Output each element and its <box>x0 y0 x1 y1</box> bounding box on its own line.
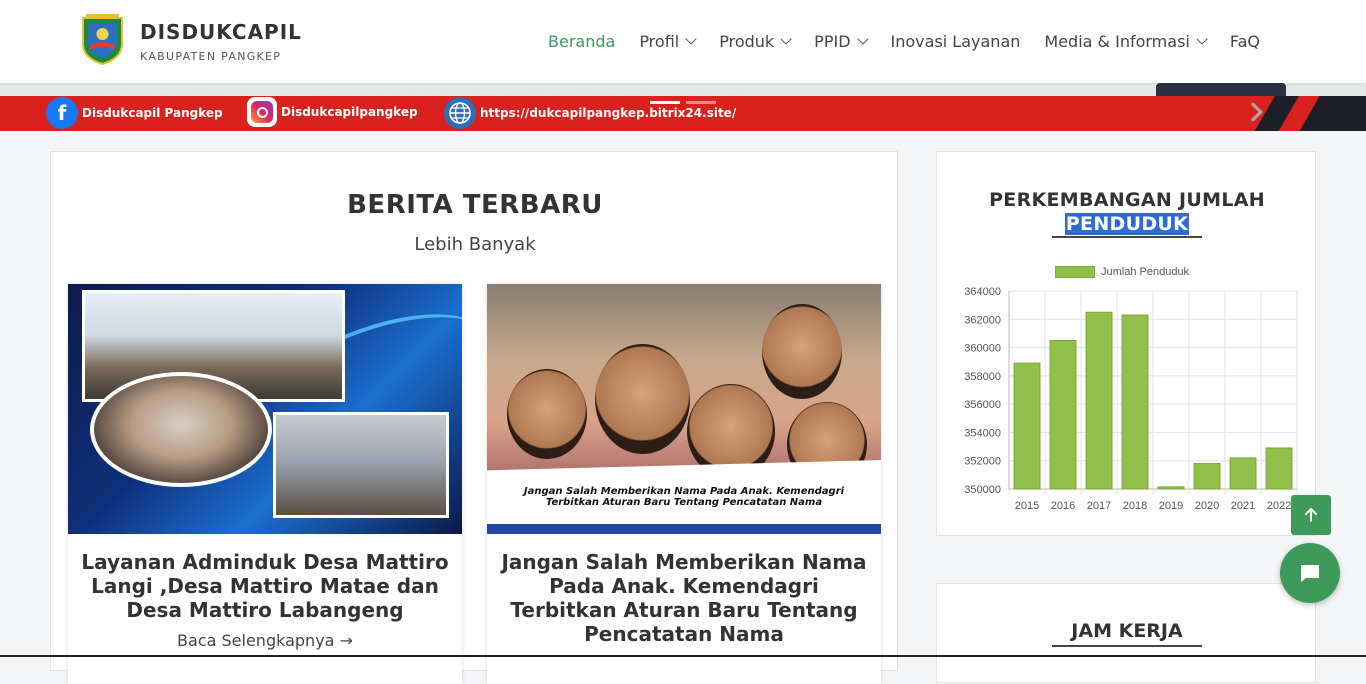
news-card-title[interactable]: Layanan Adminduk Desa Mattiro Langi ,Des… <box>78 550 452 622</box>
thumbnail-photo <box>90 372 272 487</box>
y-tick-label: 358000 <box>964 371 1001 383</box>
main-nav: Beranda Profil Produk PPID Inovasi Layan… <box>548 30 1284 52</box>
x-tick-label: 2019 <box>1159 500 1183 512</box>
bar-2015 <box>1013 362 1041 490</box>
x-tick-label: 2017 <box>1087 500 1111 512</box>
chart-title: PERKEMBANGAN JUMLAH PENDUDUK <box>937 188 1317 236</box>
hero-slider[interactable]: f Disdukcapil Pangkep Disdukcapilpangkep… <box>0 83 1366 131</box>
slider-indicator-active[interactable] <box>650 101 680 104</box>
bar-2020 <box>1193 463 1221 490</box>
bar-2019 <box>1157 486 1185 490</box>
thumbnail-photo <box>273 412 449 518</box>
nav-label: PPID <box>814 31 851 51</box>
scroll-to-top-button[interactable] <box>1291 495 1331 535</box>
chart-title-line-2: PENDUDUK <box>1064 213 1190 235</box>
hero-image-strip <box>0 83 1366 96</box>
news-card[interactable]: Layanan Adminduk Desa Mattiro Langi ,Des… <box>68 284 462 684</box>
bar-2018 <box>1121 314 1149 490</box>
arrow-up-icon <box>1305 508 1317 522</box>
hero-figure <box>1156 83 1286 96</box>
news-thumbnail[interactable]: Jangan Salah Memberikan Nama Pada Anak. … <box>487 284 881 534</box>
nav-ppid[interactable]: PPID <box>814 31 869 51</box>
title-underline <box>1052 236 1202 238</box>
y-tick-label: 362000 <box>964 314 1001 326</box>
population-chart-card: PERKEMBANGAN JUMLAH PENDUDUK Jumlah Pend… <box>936 151 1316 536</box>
nav-produk[interactable]: Produk <box>719 31 792 51</box>
bar-2017 <box>1085 311 1113 490</box>
brand-subtitle: KABUPATEN PANGKEP <box>140 50 282 63</box>
bar-2021 <box>1229 457 1257 490</box>
thumbnail-photo <box>595 344 690 454</box>
nav-label: Produk <box>719 31 775 51</box>
chart-legend[interactable]: Jumlah Penduduk <box>1055 266 1189 278</box>
nav-label: Profil <box>639 31 680 51</box>
chevron-down-icon <box>1196 33 1208 45</box>
y-tick-label: 352000 <box>964 456 1001 468</box>
chevron-down-icon <box>780 33 792 45</box>
news-thumbnail[interactable] <box>68 284 462 534</box>
kabupaten-pangkep-logo[interactable] <box>80 14 125 66</box>
thumbnail-banner-text: Jangan Salah Memberikan Nama Pada Anak. … <box>523 486 845 508</box>
thumbnail-footer-bar <box>487 524 881 534</box>
y-tick-label: 364000 <box>964 286 1001 298</box>
facebook-glyph: f <box>57 101 67 125</box>
slider-indicator[interactable] <box>686 101 716 104</box>
thumbnail-photo <box>762 304 842 399</box>
latest-news-section: BERITA TERBARU Lebih Banyak Layanan Admi… <box>50 151 899 684</box>
y-tick-label: 350000 <box>964 484 1001 496</box>
chat-button[interactable] <box>1280 543 1340 603</box>
nav-faq[interactable]: FaQ <box>1230 32 1260 51</box>
y-tick-label: 354000 <box>964 427 1001 439</box>
x-tick-label: 2015 <box>1015 500 1039 512</box>
title-underline <box>1052 645 1202 647</box>
facebook-icon: f <box>46 97 78 129</box>
brand-title[interactable]: DISDUKCAPIL <box>140 20 302 44</box>
legend-label: Jumlah Penduduk <box>1101 266 1190 278</box>
instagram-icon <box>247 97 277 127</box>
x-tick-label: 2022 <box>1267 500 1291 512</box>
thumbnail-photo <box>507 369 587 459</box>
facebook-link[interactable]: f Disdukcapil Pangkep <box>46 97 223 129</box>
x-tick-label: 2021 <box>1231 500 1255 512</box>
news-card[interactable]: Jangan Salah Memberikan Nama Pada Anak. … <box>487 284 881 684</box>
nav-label: Beranda <box>548 31 616 51</box>
chevron-down-icon <box>856 33 869 45</box>
x-tick-label: 2020 <box>1195 500 1219 512</box>
y-tick-label: 356000 <box>964 399 1001 411</box>
y-tick-label: 360000 <box>964 343 1001 355</box>
site-header: DISDUKCAPIL KABUPATEN PANGKEP Beranda Pr… <box>0 0 1366 83</box>
legend-swatch <box>1055 266 1095 278</box>
working-hours-card: JAM KERJA <box>936 583 1316 683</box>
bar-2016 <box>1049 340 1077 490</box>
instagram-label: Disdukcapilpangkep <box>281 105 418 119</box>
read-more-link[interactable]: Baca Selengkapnya → <box>68 631 462 650</box>
news-card-title[interactable]: Jangan Salah Memberikan Nama Pada Anak. … <box>497 550 871 646</box>
nav-profil[interactable]: Profil <box>639 31 697 51</box>
globe-icon <box>444 97 476 129</box>
more-news-link[interactable]: Lebih Banyak <box>51 234 899 255</box>
instagram-link[interactable]: Disdukcapilpangkep <box>247 97 418 127</box>
nav-media-informasi[interactable]: Media & Informasi <box>1044 31 1208 51</box>
x-tick-label: 2016 <box>1051 500 1075 512</box>
nav-label: FaQ <box>1229 31 1260 51</box>
x-tick-label: 2018 <box>1123 500 1147 512</box>
chevron-down-icon <box>685 33 697 45</box>
bar-2022 <box>1265 447 1293 490</box>
nav-label: Media & Informasi <box>1044 31 1190 51</box>
nav-inovasi-layanan[interactable]: Inovasi Layanan <box>891 32 1021 51</box>
population-bar-chart: 364000 362000 360000 358000 356000 354000 3520… <box>964 286 1298 512</box>
working-hours-title: JAM KERJA <box>1071 620 1183 642</box>
website-label: https://dukcapilpangkep.bitrix24.site/ <box>480 106 737 120</box>
facebook-label: Disdukcapil Pangkep <box>82 106 223 120</box>
chart-title-line-1: PERKEMBANGAN JUMLAH <box>989 189 1265 211</box>
nav-beranda[interactable]: Beranda <box>548 32 615 51</box>
news-heading: BERITA TERBARU <box>347 190 603 220</box>
chat-bubble-icon <box>1301 565 1319 582</box>
nav-label: Inovasi Layanan <box>890 31 1021 51</box>
